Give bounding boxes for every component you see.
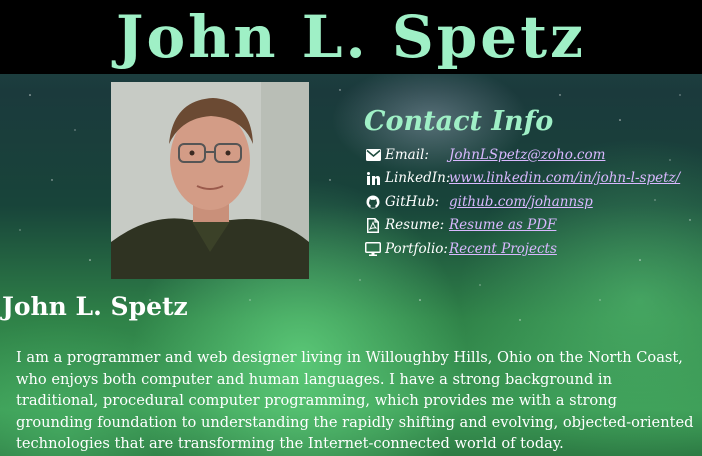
linkedin-icon bbox=[364, 170, 382, 186]
profile-photo-image bbox=[111, 82, 309, 279]
monitor-icon bbox=[364, 241, 382, 257]
contact-info-section: Contact Info Email: JohnLSpetz@zoho.com … bbox=[364, 106, 694, 261]
pdf-file-icon bbox=[364, 217, 382, 233]
site-title: John L. Spetz bbox=[116, 3, 586, 71]
portfolio-label: Portfolio: bbox=[385, 240, 448, 257]
resume-link[interactable]: Resume as PDF bbox=[449, 217, 556, 233]
contact-info-title: Contact Info bbox=[364, 106, 554, 137]
about-heading: John L. Spetz bbox=[2, 292, 188, 321]
contact-row-email: Email: JohnLSpetz@zoho.com bbox=[364, 143, 694, 167]
contact-row-linkedin: LinkedIn: www.linkedin.com/in/john-l-spe… bbox=[364, 167, 694, 191]
contact-row-resume: Resume: Resume as PDF bbox=[364, 214, 694, 238]
contact-row-github: GitHub: github.com/johannsp bbox=[364, 190, 694, 214]
profile-photo bbox=[111, 82, 309, 279]
email-link[interactable]: JohnLSpetz@zoho.com bbox=[449, 147, 605, 163]
linkedin-link[interactable]: www.linkedin.com/in/john-l-spetz/ bbox=[449, 170, 680, 186]
bio-paragraph: I am a programmer and web designer livin… bbox=[16, 349, 694, 452]
github-label: GitHub: bbox=[385, 193, 440, 210]
github-link[interactable]: github.com/johannsp bbox=[449, 194, 593, 210]
email-label: Email: bbox=[385, 146, 429, 163]
linkedin-label: LinkedIn: bbox=[385, 170, 451, 187]
site-header: John L. Spetz bbox=[0, 0, 702, 74]
portfolio-link[interactable]: Recent Projects bbox=[449, 241, 557, 257]
envelope-icon bbox=[364, 147, 382, 163]
contact-row-portfolio: Portfolio: Recent Projects bbox=[364, 237, 694, 261]
github-icon bbox=[364, 194, 382, 210]
resume-label: Resume: bbox=[385, 217, 445, 234]
